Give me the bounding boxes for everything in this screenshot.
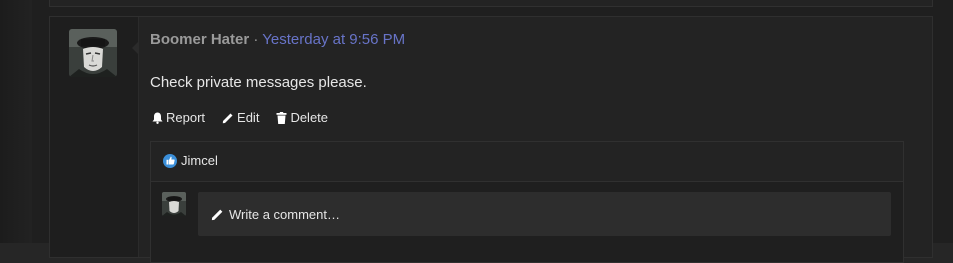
reaction-summary[interactable]: Jimcel xyxy=(163,153,218,168)
report-label: Report xyxy=(166,110,206,125)
delete-label: Delete xyxy=(290,110,329,125)
edit-label: Edit xyxy=(237,110,260,125)
comment-input[interactable]: Write a comment… xyxy=(198,192,891,236)
thumbs-up-icon xyxy=(163,153,177,168)
comment-placeholder: Write a comment… xyxy=(229,206,341,222)
trash-icon xyxy=(276,111,287,124)
pencil-icon xyxy=(211,209,223,220)
author-name[interactable]: Boomer Hater xyxy=(150,31,249,48)
delete-button[interactable]: Delete xyxy=(276,110,328,125)
post-content: Boomer Hater · Yesterday at 9:56 PM Chec… xyxy=(139,17,932,263)
report-button[interactable]: Report xyxy=(152,110,205,125)
previous-post-edge xyxy=(49,0,933,7)
comment-section: Write a comment… xyxy=(150,181,904,263)
page-left-gutter xyxy=(0,0,32,243)
post-pointer-arrow xyxy=(132,41,139,55)
post-body: Check private messages please. xyxy=(150,74,367,91)
header-separator: · xyxy=(253,31,259,48)
post-user-column xyxy=(50,17,139,257)
post-message: Boomer Hater · Yesterday at 9:56 PM Chec… xyxy=(49,16,933,263)
post-actions: Report Edit Delete xyxy=(152,110,345,125)
post-header: Boomer Hater · Yesterday at 9:56 PM xyxy=(150,31,405,48)
reaction-users[interactable]: Jimcel xyxy=(181,153,218,168)
avatar[interactable] xyxy=(69,29,117,77)
current-user-avatar xyxy=(162,192,186,216)
pencil-icon xyxy=(222,113,233,123)
edit-button[interactable]: Edit xyxy=(222,110,259,125)
bell-icon xyxy=(152,112,163,124)
post-timestamp[interactable]: Yesterday at 9:56 PM xyxy=(262,31,405,48)
reactions-bar: Jimcel xyxy=(150,141,904,182)
thread-main: Boomer Hater · Yesterday at 9:56 PM Chec… xyxy=(32,0,953,263)
